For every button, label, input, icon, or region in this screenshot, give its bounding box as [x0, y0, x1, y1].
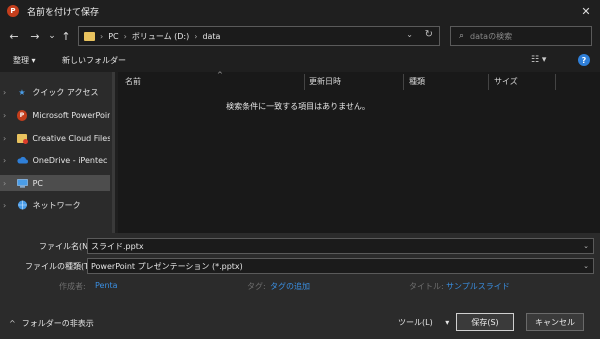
powerpoint-icon: P — [16, 109, 28, 121]
sidebar-item-pc[interactable]: › PC — [0, 175, 110, 191]
column-divider[interactable] — [555, 74, 556, 90]
tools-label: ツール(L) — [398, 318, 433, 327]
navigation-bar: ← → ⌄ ↑ › PC › ボリューム (D:) › data ⌄ ↻ ⌕ — [0, 22, 600, 50]
save-options-pane: ファイル名(N): スライド.pptx ⌄ ファイルの種類(T): PowerP… — [0, 233, 600, 339]
chevron-down-icon: ▾ — [445, 318, 450, 327]
navigation-pane: › ★ クイック アクセス › P Microsoft PowerPoin › … — [0, 72, 112, 233]
column-divider[interactable] — [304, 74, 305, 90]
powerpoint-icon: P — [7, 5, 19, 17]
search-icon: ⌕ — [459, 31, 465, 41]
column-header-label: 種類 — [409, 76, 425, 86]
sidebar-item-powerpoint[interactable]: › P Microsoft PowerPoin — [0, 107, 110, 123]
sidebar-scrollbar[interactable] — [112, 72, 115, 233]
column-header-label: サイズ — [494, 76, 518, 86]
filename-value: スライド.pptx — [91, 241, 144, 251]
chevron-right-icon: › — [123, 31, 127, 41]
help-button[interactable]: ? — [578, 54, 590, 66]
sort-ascending-icon: ^ — [217, 71, 223, 79]
file-list: 名前 ^ 更新日時 種類 サイズ 検索条件に一致する項目はありません。 — [118, 71, 600, 233]
breadcrumb-volume[interactable]: ボリューム (D:) — [132, 31, 189, 42]
command-bar: 整理 ▾ 新しいフォルダー ☷ ▾ ? — [0, 50, 600, 72]
author-value[interactable]: Penta — [95, 281, 118, 290]
view-options-button[interactable]: ☷ ▾ — [531, 55, 546, 65]
refresh-button[interactable]: ↻ — [425, 29, 433, 40]
recent-locations-button[interactable]: ⌄ — [45, 28, 59, 44]
sidebar-item-quick-access[interactable]: › ★ クイック アクセス — [0, 84, 110, 100]
chevron-up-icon: ^ — [9, 319, 16, 328]
address-bar[interactable]: › PC › ボリューム (D:) › data ⌄ ↻ — [78, 26, 440, 46]
organize-button[interactable]: 整理 ▾ — [13, 55, 36, 66]
sidebar-item-label: ネットワーク — [32, 200, 81, 210]
search-box[interactable]: ⌕ — [450, 26, 592, 46]
column-header-name[interactable]: 名前 ^ — [125, 71, 303, 90]
chevron-right-icon: › — [100, 31, 104, 41]
tags-value[interactable]: タグの追加 — [270, 281, 310, 292]
sidebar-item-label: OneDrive - iPentec — [32, 155, 108, 165]
author-label: 作成者: — [59, 282, 86, 291]
column-divider[interactable] — [403, 74, 404, 90]
chevron-right-icon[interactable]: › — [3, 179, 15, 188]
column-header-label: 更新日時 — [309, 76, 341, 86]
sidebar-item-label: Creative Cloud Files — [32, 133, 110, 143]
chevron-right-icon[interactable]: › — [3, 111, 15, 120]
back-button[interactable]: ← — [7, 28, 21, 44]
filename-label: ファイル名(N): — [39, 242, 94, 251]
breadcrumb-pc[interactable]: PC — [108, 32, 118, 41]
star-icon: ★ — [18, 87, 26, 97]
column-header-label: 名前 — [125, 76, 141, 86]
sidebar-item-onedrive[interactable]: › OneDrive - iPentec — [0, 152, 110, 168]
title-value[interactable]: サンプルスライド — [446, 281, 510, 292]
cloud-icon — [17, 155, 28, 166]
sidebar-item-network[interactable]: › ネットワーク — [0, 197, 110, 213]
chevron-right-icon[interactable]: › — [3, 134, 15, 143]
search-input[interactable] — [470, 31, 581, 41]
filetype-label: ファイルの種類(T): — [25, 262, 95, 271]
chevron-down-icon[interactable]: ⌄ — [583, 242, 589, 250]
new-folder-button[interactable]: 新しいフォルダー — [62, 55, 126, 66]
hide-folders-label: フォルダーの非表示 — [21, 319, 94, 328]
close-button[interactable]: ✕ — [578, 3, 594, 19]
empty-message: 検索条件に一致する項目はありません。 — [226, 102, 370, 111]
chevron-right-icon[interactable]: › — [3, 156, 15, 165]
folder-icon — [84, 31, 95, 41]
up-button[interactable]: ↑ — [59, 28, 73, 44]
sidebar-item-label: クイック アクセス — [32, 87, 99, 97]
chevron-right-icon[interactable]: › — [3, 88, 15, 97]
address-dropdown-icon[interactable]: ⌄ — [406, 30, 413, 39]
tools-button[interactable]: ツール(L) ▾ — [398, 317, 449, 328]
column-header-size[interactable]: サイズ — [494, 72, 554, 90]
title-label: タイトル: — [409, 282, 444, 291]
network-icon — [17, 200, 28, 211]
forward-button[interactable]: → — [28, 28, 42, 44]
window-title: 名前を付けて保存 — [27, 7, 100, 18]
sidebar-item-label: PC — [32, 178, 44, 188]
filename-field[interactable]: スライド.pptx ⌄ — [87, 238, 594, 254]
breadcrumb-data[interactable]: data — [202, 32, 220, 41]
filetype-select[interactable]: PowerPoint プレゼンテーション (*.pptx) ⌄ — [87, 258, 594, 274]
title-bar: P 名前を付けて保存 ✕ — [0, 0, 600, 22]
sidebar-item-label: Microsoft PowerPoin — [32, 110, 110, 120]
creative-cloud-icon — [16, 133, 28, 144]
column-header-modified[interactable]: 更新日時 — [309, 72, 404, 90]
cancel-button[interactable]: キャンセル — [526, 313, 584, 331]
chevron-down-icon[interactable]: ⌄ — [583, 262, 589, 270]
filetype-value: PowerPoint プレゼンテーション (*.pptx) — [91, 261, 243, 271]
chevron-right-icon[interactable]: › — [3, 201, 15, 210]
chevron-right-icon: › — [194, 31, 198, 41]
save-button[interactable]: 保存(S) — [456, 313, 514, 331]
tags-label: タグ: — [247, 282, 266, 291]
hide-folders-button[interactable]: ^ フォルダーの非表示 — [9, 318, 94, 329]
sidebar-item-creative-cloud[interactable]: › Creative Cloud Files — [0, 130, 110, 146]
computer-icon — [16, 178, 28, 189]
column-header-type[interactable]: 種類 — [409, 72, 489, 90]
column-divider[interactable] — [488, 74, 489, 90]
